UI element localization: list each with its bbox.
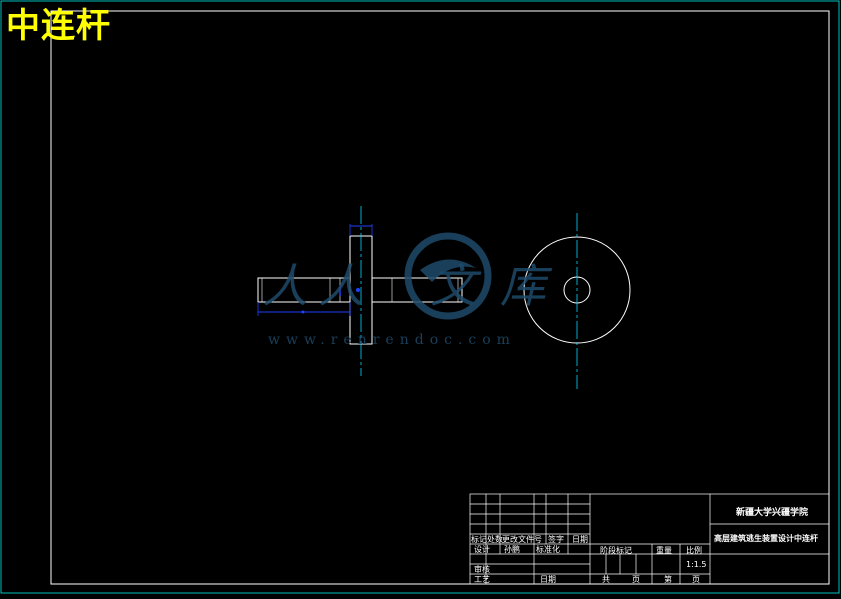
sheet-no-label: 第	[664, 575, 672, 584]
standardization-label: 标准化	[536, 545, 560, 554]
row-label-change-doc: 更改文件号	[502, 535, 542, 544]
drawing-canvas	[0, 0, 840, 594]
drawing-name: 高层建筑逃生装置设计中连杆	[714, 534, 818, 543]
process-label: 工艺	[474, 575, 490, 584]
stage-label: 阶段标记	[600, 546, 632, 555]
approve-date-label: 日期	[540, 575, 556, 584]
designer-name: 孙鹏	[504, 545, 520, 554]
designer-label: 设计	[474, 545, 490, 554]
organization-name: 新疆大学兴疆学院	[736, 508, 809, 518]
watermark-char-1: 人	[262, 259, 308, 313]
sheets-unit-b: 页	[692, 575, 700, 584]
row-label-count: 处数	[487, 535, 503, 544]
scale-value: 1:1.5	[686, 560, 707, 569]
scale-label: 比例	[686, 546, 702, 555]
watermark-char-2: 人	[318, 259, 364, 313]
row-label-date: 日期	[572, 535, 588, 544]
weight-label: 重量	[656, 546, 672, 555]
drawing-title: 中连杆	[6, 6, 111, 46]
sheets-unit-a: 页	[632, 575, 640, 584]
watermark-char-3: 文	[430, 259, 476, 313]
watermark-url: www.renrendoc.com	[268, 332, 516, 348]
watermark-char-4: 库	[500, 259, 546, 313]
review-label: 审核	[474, 565, 490, 574]
sheet-outer-border	[0, 0, 840, 594]
row-label-sign: 签字	[548, 535, 564, 544]
row-label-mark: 标记	[471, 535, 487, 544]
sheets-total-label: 共	[602, 575, 610, 584]
drawing-sheet: 中连杆 人 人 文 库 www.renrendoc.com 新疆大学兴疆学院 高…	[0, 0, 841, 595]
